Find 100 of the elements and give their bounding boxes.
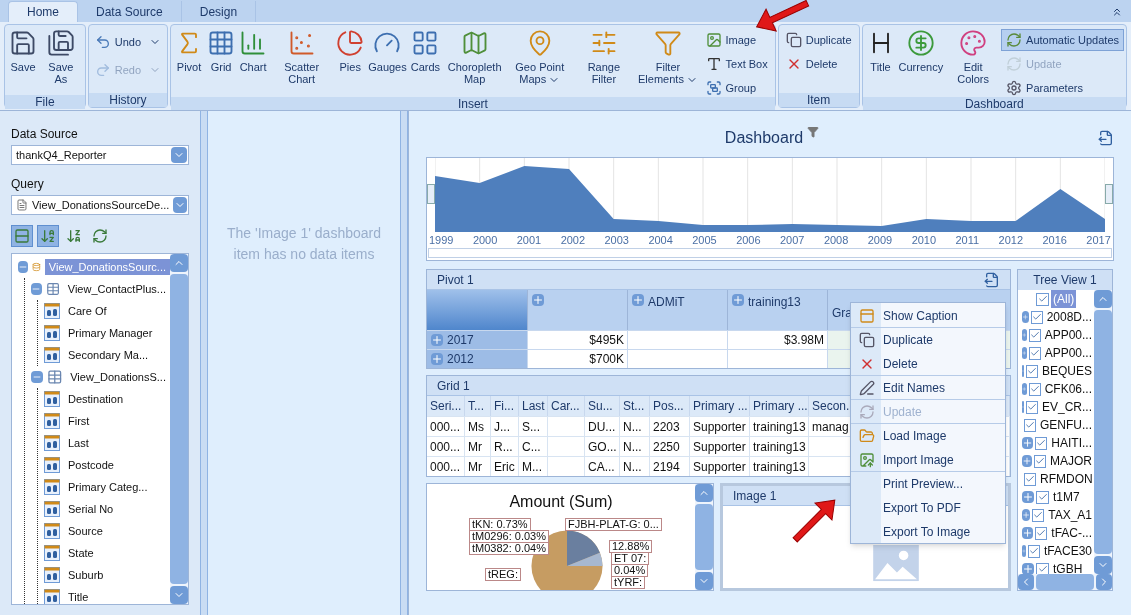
ribbon-button[interactable]: Title [864, 25, 897, 95]
ribbon-button[interactable]: Range Filter [572, 25, 636, 95]
tree-item[interactable]: Last [64, 434, 93, 452]
scrollbar[interactable] [695, 484, 713, 590]
tree-item[interactable]: GENFU... [1038, 416, 1094, 434]
ribbon-button[interactable]: Filter Elements [635, 25, 701, 95]
checkbox[interactable] [1032, 508, 1045, 522]
ribbon-button[interactable]: Pies [334, 25, 367, 95]
pivot-row-header[interactable]: 2017 [427, 331, 527, 349]
checkbox[interactable] [1028, 328, 1041, 342]
menu-item[interactable]: Print Preview... [851, 471, 1005, 495]
tree-item[interactable]: Postcode [64, 456, 118, 474]
ribbon-small-button[interactable]: Automatic Updates [1001, 29, 1124, 51]
checkbox[interactable] [1026, 364, 1038, 378]
ribbon-button[interactable]: Edit Colors [945, 25, 1002, 95]
collapse-icon[interactable] [31, 371, 43, 383]
export-icon[interactable] [984, 271, 1000, 288]
ribbon-button[interactable]: Scatter Chart [269, 25, 335, 95]
tree-item[interactable]: Source [64, 522, 107, 540]
ribbon-button[interactable]: Geo Point Maps [507, 25, 573, 95]
menu-item[interactable]: Show Caption [851, 303, 1005, 327]
column-header[interactable]: Primary ... [750, 396, 809, 416]
ribbon-button[interactable]: Save [7, 25, 39, 95]
tree-item[interactable]: t1M7 [1051, 488, 1082, 506]
tree-item[interactable]: TAX_A1 [1046, 506, 1094, 524]
ribbon-small-button[interactable]: Image [700, 29, 773, 51]
tree-item[interactable]: Secondary Ma... [64, 346, 153, 364]
checkbox[interactable] [1036, 490, 1049, 504]
collapse-icon[interactable] [31, 283, 42, 295]
tree-item[interactable]: tFAC-... [1049, 524, 1094, 542]
expand-icon[interactable] [1022, 527, 1034, 539]
checkbox[interactable] [1028, 346, 1041, 360]
column-header[interactable]: T... [465, 396, 491, 416]
tree-item[interactable]: BEQUES [1040, 362, 1094, 380]
tree-item[interactable]: APP00... [1042, 344, 1094, 362]
horizontal-scrollbar[interactable] [1018, 574, 1112, 590]
pivot-column-header[interactable]: training13 [727, 290, 827, 330]
tree-item[interactable]: tGBH [1051, 560, 1085, 574]
export-icon[interactable] [1098, 130, 1114, 146]
checkbox[interactable] [1024, 472, 1036, 486]
tree-item[interactable]: tFACE30 [1041, 542, 1094, 560]
tree-item[interactable]: Primary Categ... [64, 478, 152, 496]
checkbox[interactable] [1026, 400, 1038, 414]
menu-item[interactable]: Duplicate [851, 327, 1005, 351]
ribbon-button[interactable]: Gauges [366, 25, 409, 95]
tree-item[interactable]: View_DonationsS... [66, 368, 170, 386]
tree-item[interactable]: HAITI... [1049, 434, 1094, 452]
checkbox[interactable] [1034, 454, 1046, 468]
ribbon-split-button[interactable]: Undo [90, 29, 166, 55]
range-handle[interactable] [427, 184, 435, 204]
expand-icon[interactable] [732, 294, 744, 306]
toolbar-button[interactable] [37, 225, 59, 247]
scrollbar[interactable] [1094, 290, 1112, 574]
checkbox[interactable] [1030, 310, 1043, 324]
menu-item[interactable]: Export To Image [851, 519, 1005, 543]
tree-item[interactable]: Suburb [64, 566, 108, 584]
ribbon-button[interactable]: Pivot [173, 25, 206, 95]
ribbon-button[interactable]: Chart [237, 25, 270, 95]
dropdown[interactable]: View_DonationsSourceDe... [11, 195, 189, 215]
filter-icon[interactable] [807, 126, 820, 138]
column-header[interactable]: St... [620, 396, 650, 416]
scrollbar[interactable] [170, 254, 188, 604]
collapse-icon[interactable] [18, 261, 28, 273]
expand-icon[interactable] [1022, 437, 1034, 449]
column-header[interactable]: Pos... [650, 396, 690, 416]
menu-item[interactable]: Load Image [851, 423, 1005, 447]
checkbox[interactable] [1035, 436, 1048, 450]
ribbon-button[interactable]: Cards [408, 25, 443, 95]
column-header[interactable]: Fi... [491, 396, 519, 416]
expand-icon[interactable] [1022, 509, 1031, 521]
menu-item[interactable]: Export To PDF [851, 495, 1005, 519]
expand-icon[interactable] [1022, 491, 1034, 503]
tree-item[interactable]: First [64, 412, 94, 430]
ribbon-tab[interactable]: Home [8, 1, 78, 22]
menu-item[interactable]: Edit Names [851, 375, 1005, 399]
menu-item[interactable]: Delete [851, 351, 1005, 375]
ribbon-button[interactable]: Choropleth Map [442, 25, 508, 95]
tree-item[interactable]: State [64, 544, 98, 562]
column-header[interactable]: Primary ... [690, 396, 750, 416]
checkbox[interactable] [1035, 526, 1048, 540]
expand-icon[interactable] [1022, 383, 1027, 395]
tree-item[interactable]: APP00... [1042, 326, 1094, 344]
pivot-column-header[interactable]: ADMiT [627, 290, 727, 330]
checkbox[interactable] [1027, 544, 1040, 558]
splitter[interactable] [400, 111, 408, 615]
menu-item[interactable]: Import Image [851, 447, 1005, 471]
pivot-row-header[interactable]: 2012 [427, 350, 527, 368]
range-scrollbar[interactable] [428, 248, 1112, 258]
ribbon-small-button[interactable]: Text Box [700, 53, 773, 75]
column-header[interactable]: Seri... [427, 396, 465, 416]
expand-icon[interactable] [632, 294, 644, 306]
expand-icon[interactable] [1022, 455, 1032, 467]
range-filter[interactable]: 1999 2000 2001 2002 2003 2004 2005 2006 2007 2008 2009 2010 2011 2012 2016 2017 [426, 157, 1114, 261]
tree-item[interactable]: Title [64, 588, 93, 604]
tree-item[interactable]: Care Of [64, 302, 111, 320]
tree-item[interactable]: Destination [64, 390, 128, 408]
ribbon-button[interactable]: Currency [896, 25, 946, 95]
expand-icon[interactable] [431, 353, 443, 365]
checkbox[interactable] [1028, 382, 1041, 396]
ribbon-small-button[interactable]: Duplicate [780, 29, 857, 51]
